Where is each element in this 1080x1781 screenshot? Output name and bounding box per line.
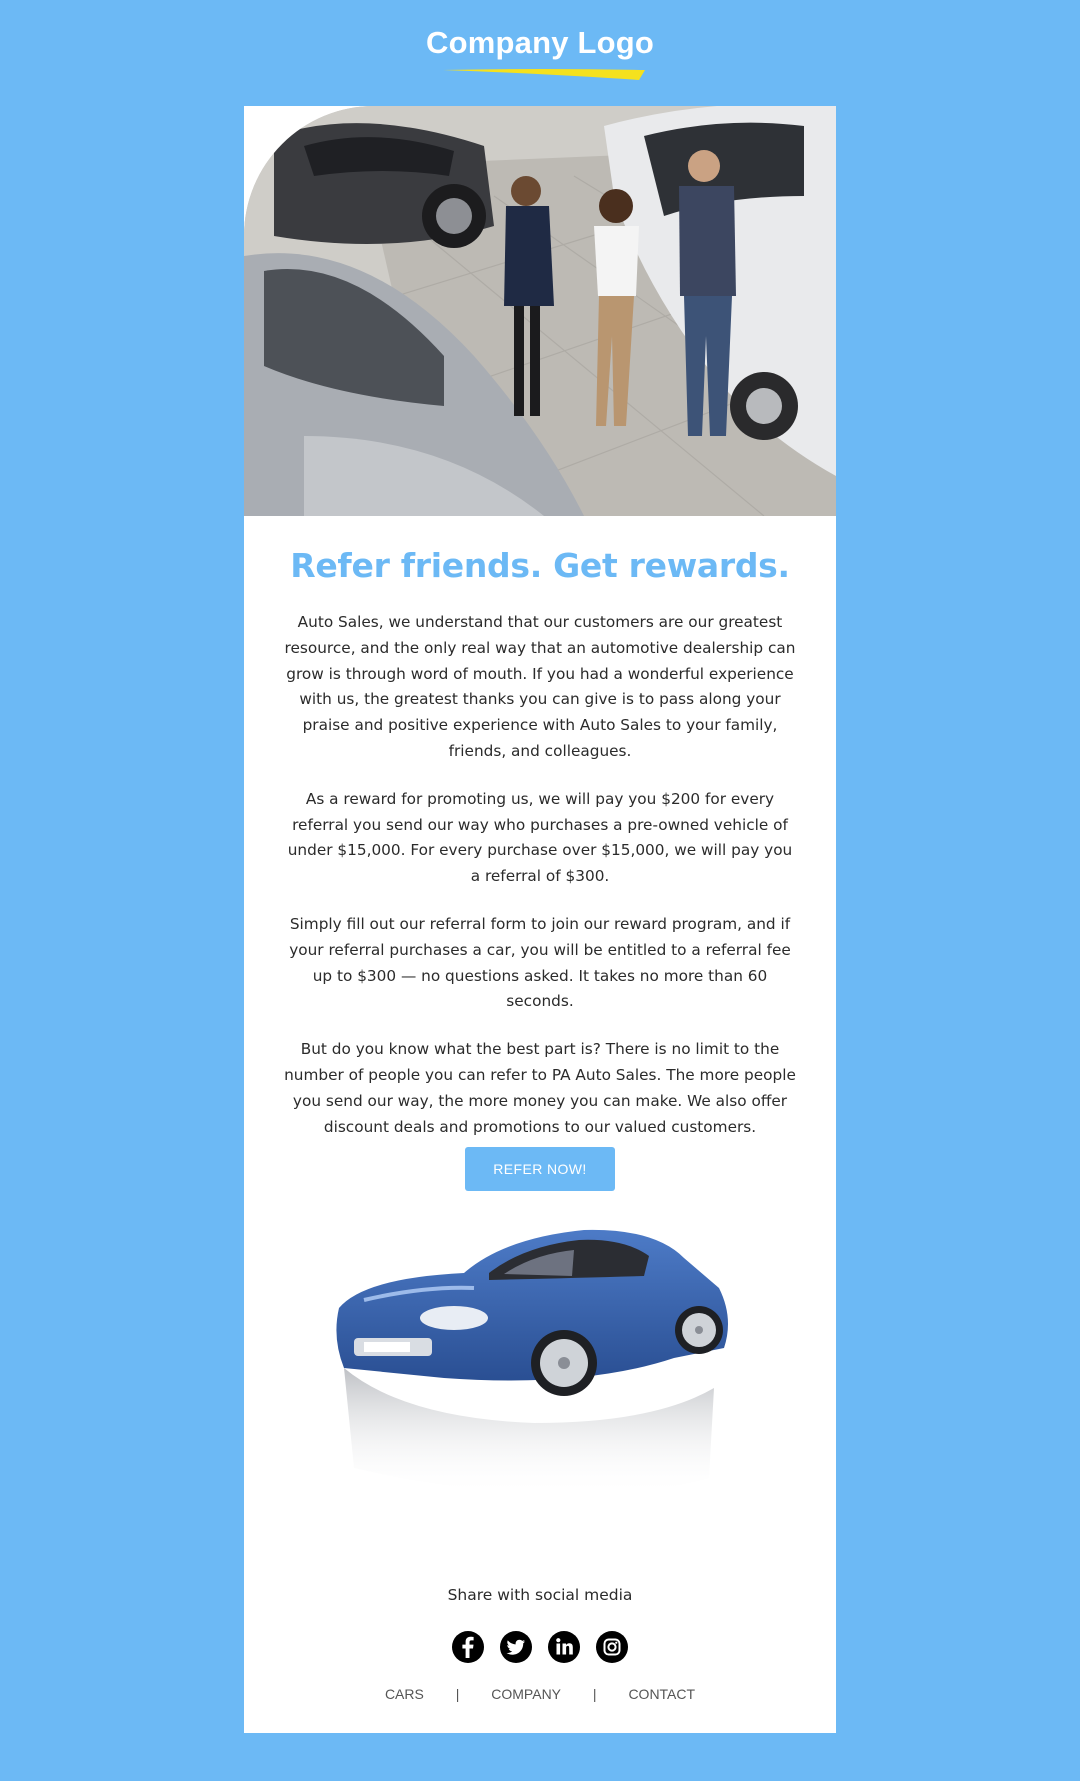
refer-now-button[interactable]: REFER NOW! <box>465 1147 615 1191</box>
paragraph-form: Simply fill out our referral form to joi… <box>289 914 791 1011</box>
share-label: Share with social media <box>447 1586 633 1604</box>
linkedin-icon[interactable] <box>548 1631 580 1663</box>
headline: Refer friends. Get rewards. <box>290 546 790 585</box>
paragraph-reward: As a reward for promoting us, we will pa… <box>287 789 793 886</box>
footer-separator: | <box>455 1686 460 1702</box>
footer-link-contact[interactable]: CONTACT <box>628 1686 695 1702</box>
facebook-icon[interactable] <box>452 1631 484 1663</box>
footer-link-company[interactable]: COMPANY <box>491 1686 561 1702</box>
hero-image <box>244 106 836 516</box>
paragraph-intro: Auto Sales, we understand that our custo… <box>284 613 796 760</box>
paragraph-best-part: But do you know what the best part is? T… <box>284 1040 796 1136</box>
blue-car-illustration <box>336 1229 728 1496</box>
footer-nav: CARS | COMPANY | CONTACT <box>244 1686 836 1702</box>
body-copy: Auto Sales, we understand that our custo… <box>284 610 796 1162</box>
email-card: Refer friends. Get rewards. Auto Sales, … <box>244 106 836 1733</box>
footer-separator: | <box>592 1686 597 1702</box>
social-links <box>452 1631 628 1665</box>
instagram-icon[interactable] <box>596 1631 628 1663</box>
footer-link-cars[interactable]: CARS <box>385 1686 424 1702</box>
twitter-icon[interactable] <box>500 1631 532 1663</box>
logo-swoosh-graphic <box>443 69 645 80</box>
